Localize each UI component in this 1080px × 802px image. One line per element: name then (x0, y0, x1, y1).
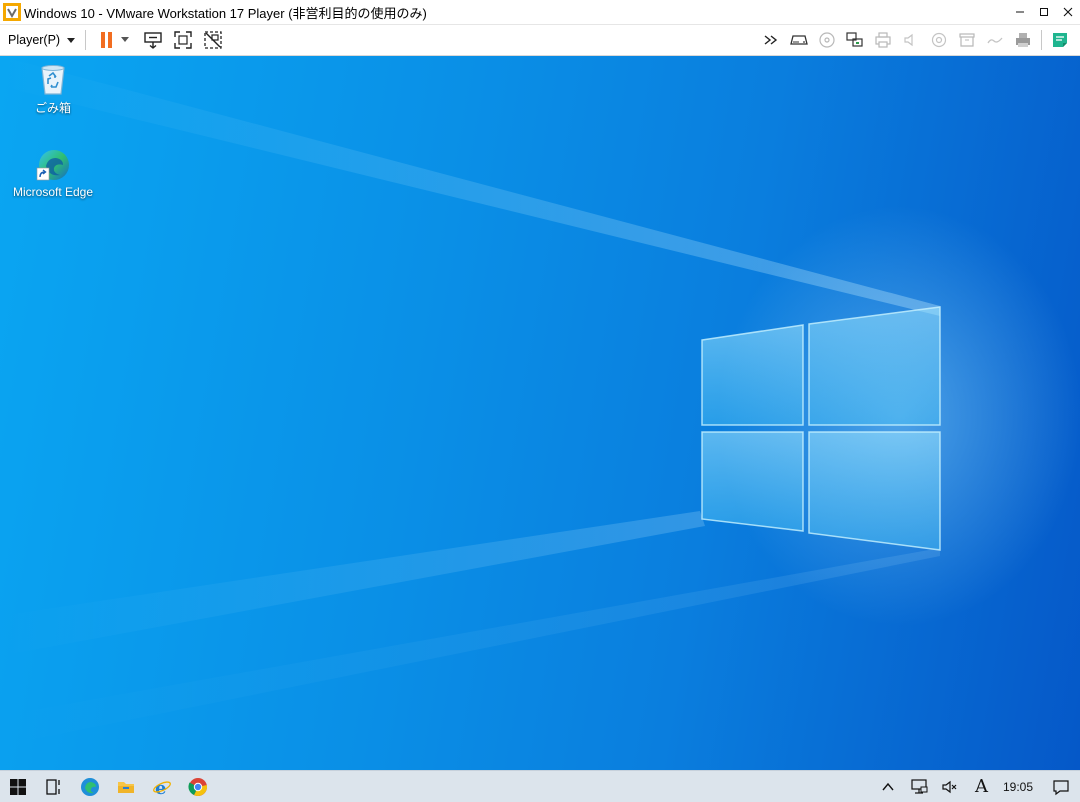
hard-disk-icon (790, 35, 808, 45)
hard-disk-button[interactable] (785, 28, 813, 52)
printer-icon (875, 32, 891, 48)
notes-button[interactable] (1046, 28, 1074, 52)
guest-desktop[interactable]: ごみ箱 Microsoft Edge (0, 56, 1080, 770)
task-view-icon (46, 778, 60, 795)
title-bar[interactable]: Windows 10 - VMware Workstation 17 Playe… (0, 0, 1080, 25)
usb-icon (931, 32, 947, 48)
action-center-icon (1052, 779, 1069, 795)
start-button[interactable] (0, 771, 36, 802)
edge-icon (81, 777, 99, 796)
wallpaper-light-beams (0, 56, 941, 746)
edge-shortcut-icon (36, 150, 69, 181)
notes-icon (1053, 33, 1067, 47)
vmware-toolbar: Player(P) (0, 25, 1080, 56)
toolbar-divider-right (1041, 30, 1042, 50)
floppy-button[interactable] (953, 28, 981, 52)
network-icon (911, 778, 928, 794)
system-tray: A 19:05 (873, 771, 1080, 802)
pause-button[interactable] (96, 28, 118, 52)
start-icon (10, 778, 26, 795)
ime-mode-indicator[interactable]: A (966, 771, 997, 802)
audio-icon (904, 33, 913, 47)
ime-indicator-text: A (974, 776, 988, 797)
send-ctrl-alt-del-icon (144, 32, 162, 49)
send-ctrl-alt-del-button[interactable] (138, 28, 168, 52)
taskbar-edge-button[interactable] (72, 771, 108, 802)
expand-icon (764, 35, 778, 45)
expand-toolbar-button[interactable] (757, 28, 785, 52)
chrome-icon (188, 777, 208, 796)
taskbar-internet-explorer-button[interactable]: e (144, 771, 180, 802)
window-controls (1008, 0, 1080, 24)
chevron-down-icon (67, 37, 76, 43)
action-center-button[interactable] (1045, 771, 1076, 802)
taskbar-file-explorer-button[interactable] (108, 771, 144, 802)
fullscreen-icon (174, 31, 192, 49)
taskbar-chrome-button[interactable] (180, 771, 216, 802)
file-explorer-icon (118, 781, 134, 793)
message-icon (987, 37, 1003, 44)
cd-dvd-icon (819, 32, 835, 48)
floppy-icon (959, 33, 975, 47)
close-icon (1063, 7, 1073, 17)
internet-explorer-icon: e (153, 778, 171, 797)
taskbar: e A 19:05 (0, 770, 1080, 802)
minimize-icon (1016, 11, 1024, 13)
message-button[interactable] (981, 28, 1009, 52)
dropdown-icon (121, 37, 130, 42)
fullscreen-button[interactable] (168, 28, 198, 52)
desktop-icon-label: ごみ箱 (34, 101, 71, 115)
toolbar-divider (85, 30, 87, 50)
pause-icon (101, 32, 113, 48)
volume-button[interactable] (935, 771, 966, 802)
desktop-icon-recycle-bin[interactable]: ごみ箱 (13, 62, 93, 116)
usb-button[interactable] (925, 28, 953, 52)
taskbar-clock[interactable]: 19:05 (997, 780, 1045, 794)
maximize-icon (1040, 8, 1048, 16)
vmware-app-icon (3, 3, 21, 21)
player-menu-label: Player(P) (8, 33, 61, 47)
unity-icon (204, 31, 222, 49)
maximize-button[interactable] (1032, 0, 1056, 24)
show-hidden-icons-button[interactable] (873, 771, 904, 802)
recycle-bin-icon (41, 65, 65, 95)
shared-printer-icon (1016, 33, 1030, 47)
desktop-icon-label: Microsoft Edge (12, 185, 94, 199)
player-menu-button[interactable]: Player(P) (8, 33, 76, 47)
task-view-button[interactable] (36, 771, 72, 802)
printer-button[interactable] (869, 28, 897, 52)
audio-button[interactable] (897, 28, 925, 52)
network-adapter-icon (846, 32, 863, 47)
volume-muted-icon (942, 780, 957, 793)
pause-options-dropdown[interactable] (118, 28, 132, 52)
network-adapter-button[interactable] (841, 28, 869, 52)
close-button[interactable] (1056, 0, 1080, 24)
svg-text:e: e (155, 778, 166, 797)
shared-printer-button[interactable] (1009, 28, 1037, 52)
desktop-icon-microsoft-edge[interactable]: Microsoft Edge (13, 148, 93, 199)
device-toolbar (757, 25, 1080, 55)
cd-dvd-button[interactable] (813, 28, 841, 52)
network-status-button[interactable] (904, 771, 935, 802)
unity-button[interactable] (198, 28, 228, 52)
window-title: Windows 10 - VMware Workstation 17 Playe… (24, 5, 427, 21)
show-hidden-icons-icon (882, 782, 895, 790)
minimize-button[interactable] (1008, 0, 1032, 24)
